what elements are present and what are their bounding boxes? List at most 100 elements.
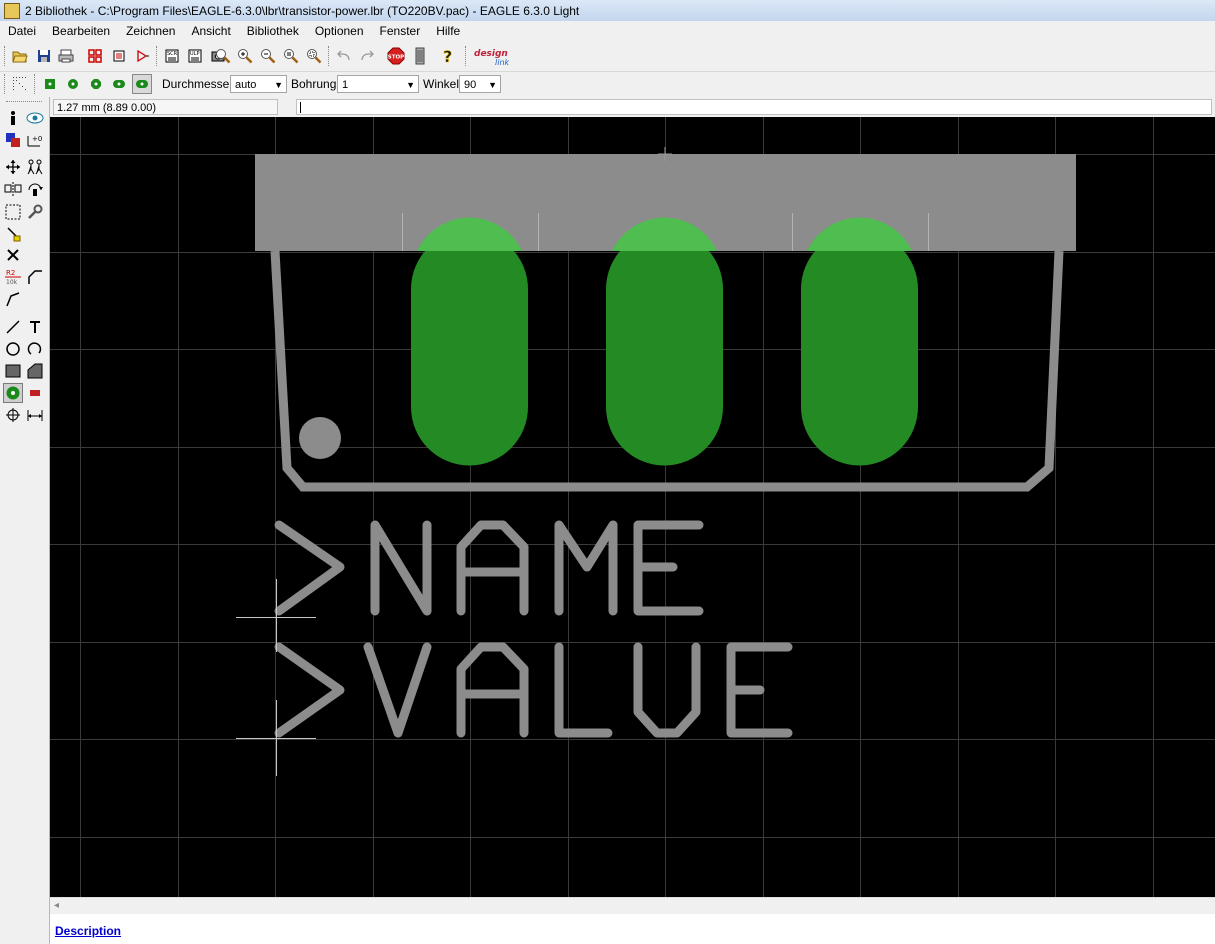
drill-value: 1	[342, 79, 349, 91]
pad-3[interactable]	[801, 217, 918, 466]
zoom-redraw-icon[interactable]	[281, 46, 301, 66]
toolbar-separator	[156, 46, 160, 66]
name-placeholder-text[interactable]	[274, 520, 704, 616]
toolbar-grip[interactable]	[6, 101, 42, 102]
hole-icon[interactable]	[3, 405, 23, 425]
ulp-icon[interactable]: ULP	[185, 46, 205, 66]
delete-icon[interactable]	[3, 245, 23, 265]
angle-select[interactable]: 90 ▼	[459, 75, 501, 93]
info-icon[interactable]	[3, 108, 23, 128]
menu-zeichnen[interactable]: Zeichnen	[118, 21, 183, 41]
toolbar-separator	[328, 46, 332, 66]
toolbar-grip[interactable]	[4, 46, 8, 66]
scroll-left-icon[interactable]: ◂	[54, 900, 59, 911]
coordinate-bar: 1.27 mm (8.89 0.00)	[50, 97, 1215, 117]
save-icon[interactable]	[34, 46, 54, 66]
print-icon[interactable]	[56, 46, 76, 66]
split-icon[interactable]	[3, 289, 23, 309]
symbol-icon[interactable]	[133, 46, 153, 66]
horizontal-scrollbar[interactable]: ◂	[50, 897, 1215, 915]
pin1-marker[interactable]	[299, 417, 341, 459]
display-layers-icon[interactable]	[3, 130, 23, 150]
svg-text:STOP: STOP	[388, 55, 404, 61]
smd-tool-icon[interactable]	[25, 383, 45, 403]
copy-icon[interactable]	[25, 157, 45, 177]
stop-icon[interactable]: STOP	[386, 46, 406, 66]
zoom-out-icon[interactable]	[258, 46, 278, 66]
text-tool-icon[interactable]	[25, 317, 45, 337]
pad-shape-offset-icon[interactable]	[132, 74, 152, 94]
menu-bearbeiten[interactable]: Bearbeiten	[44, 21, 118, 41]
toolbar-grip[interactable]	[4, 74, 8, 94]
wire-icon[interactable]	[3, 317, 23, 337]
window-title: 2 Bibliothek - C:\Program Files\EAGLE-6.…	[25, 3, 580, 18]
diameter-label: Durchmesser:	[162, 77, 237, 91]
design-link-icon[interactable]: design link	[472, 46, 518, 68]
chevron-down-icon: ▼	[406, 80, 415, 90]
angle-value: 90	[464, 79, 477, 91]
zoom-select-icon[interactable]	[304, 46, 324, 66]
rectangle-icon[interactable]	[3, 361, 23, 381]
group-icon[interactable]	[3, 202, 23, 222]
toolbar-separator	[465, 46, 469, 66]
change-wrench-icon[interactable]	[25, 202, 45, 222]
pad-shape-octagon-icon[interactable]	[86, 74, 106, 94]
rotate-icon[interactable]	[25, 179, 45, 199]
arc-icon[interactable]	[25, 339, 45, 359]
command-toolbar: +0 R2 10k	[0, 97, 50, 944]
schematic-icon[interactable]	[109, 46, 129, 66]
toolbar-separator	[34, 74, 38, 94]
svg-text:R2: R2	[6, 269, 15, 277]
open-icon[interactable]	[10, 46, 30, 66]
parameter-toolbar: Durchmesser: auto ▼ Bohrung: 1 ▼ Winkel: 9…	[0, 72, 1215, 98]
circle-icon[interactable]	[3, 339, 23, 359]
drill-select[interactable]: 1 ▼	[337, 75, 419, 93]
name-label-icon[interactable]: R2 10k	[3, 267, 23, 287]
dimension-icon[interactable]	[25, 405, 45, 425]
pad-tool-icon[interactable]	[3, 383, 23, 403]
mirror-icon[interactable]	[3, 179, 23, 199]
title-bar: 2 Bibliothek - C:\Program Files\EAGLE-6.…	[0, 0, 1215, 22]
mark-icon[interactable]: +0	[25, 130, 45, 150]
eagle-app-icon	[4, 2, 20, 19]
redo-icon[interactable]	[357, 46, 377, 66]
polygon-icon[interactable]	[25, 361, 45, 381]
show-eye-icon[interactable]	[25, 108, 45, 128]
menu-datei[interactable]: Datei	[0, 21, 44, 41]
menu-bibliothek[interactable]: Bibliothek	[239, 21, 307, 41]
zoom-fit-icon[interactable]	[213, 46, 233, 66]
drill-label: Bohrung:	[291, 77, 340, 91]
chevron-down-icon: ▼	[488, 80, 497, 90]
script-icon[interactable]: SCR	[162, 46, 182, 66]
undo-icon[interactable]	[334, 46, 354, 66]
menu-ansicht[interactable]: Ansicht	[183, 21, 238, 41]
svg-text:link: link	[495, 58, 510, 67]
description-link[interactable]: Description	[55, 924, 121, 938]
pad-2[interactable]	[606, 217, 723, 466]
svg-text:ULP: ULP	[190, 51, 199, 57]
angle-label: Winkel:	[423, 77, 463, 91]
paste-icon[interactable]	[3, 224, 23, 244]
zoom-in-icon[interactable]	[235, 46, 255, 66]
pad-shape-long-icon[interactable]	[109, 74, 129, 94]
menu-bar: Datei Bearbeiten Zeichnen Ansicht Biblio…	[0, 21, 1215, 41]
diameter-value: auto	[235, 79, 257, 91]
menu-hilfe[interactable]: Hilfe	[428, 21, 468, 41]
board-icon[interactable]	[85, 46, 105, 66]
pad-1[interactable]	[411, 217, 528, 466]
package-editor-drawing[interactable]	[50, 117, 1215, 897]
diameter-select[interactable]: auto ▼	[230, 75, 287, 93]
layout-canvas[interactable]	[50, 117, 1215, 897]
help-icon[interactable]: ?	[438, 46, 458, 66]
menu-fenster[interactable]: Fenster	[372, 21, 429, 41]
command-line-input[interactable]	[296, 99, 1212, 115]
grid-icon[interactable]	[10, 74, 30, 94]
go-icon[interactable]	[410, 46, 430, 66]
svg-text:10k: 10k	[6, 279, 18, 286]
miter-icon[interactable]	[25, 267, 45, 287]
pad-shape-square-icon[interactable]	[40, 74, 60, 94]
value-placeholder-text[interactable]	[274, 642, 793, 738]
move-icon[interactable]	[3, 157, 23, 177]
menu-optionen[interactable]: Optionen	[307, 21, 372, 41]
pad-shape-round-icon[interactable]	[63, 74, 83, 94]
